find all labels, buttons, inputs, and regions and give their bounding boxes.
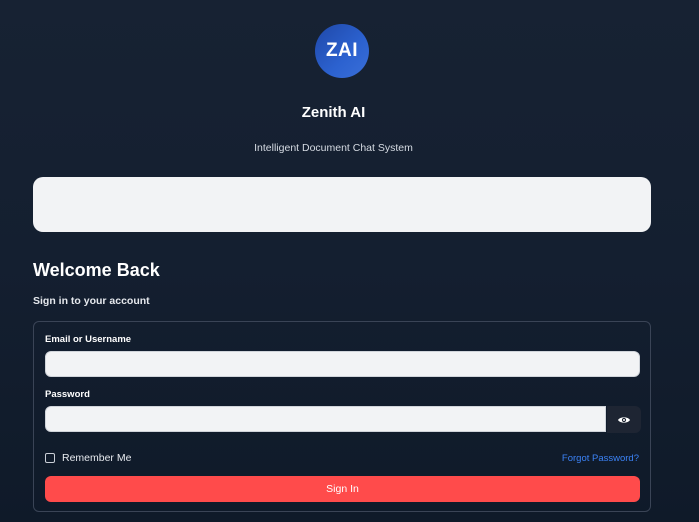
login-form: Email or Username Password Remember Me F…	[33, 321, 651, 512]
sign-in-button[interactable]: Sign In	[45, 476, 640, 502]
email-field[interactable]	[45, 351, 640, 377]
password-field[interactable]	[45, 406, 606, 432]
remember-me-checkbox[interactable]	[45, 453, 55, 463]
password-label: Password	[45, 389, 90, 400]
eye-icon	[618, 416, 630, 423]
app-name: Zenith AI	[301, 104, 366, 121]
remember-me-label: Remember Me	[62, 452, 132, 464]
email-label: Email or Username	[45, 334, 132, 345]
brand-logo-text: ZAI	[325, 40, 359, 61]
page-subtitle: Sign in to your account	[33, 295, 150, 307]
forgot-password-link[interactable]: Forgot Password?	[562, 453, 639, 464]
brand-logo: ZAI	[315, 24, 369, 78]
banner-panel	[33, 177, 651, 232]
show-password-button[interactable]	[607, 406, 641, 433]
app-tagline: Intelligent Document Chat System	[254, 142, 413, 154]
page-title: Welcome Back	[33, 260, 160, 280]
remember-me[interactable]: Remember Me	[45, 452, 131, 464]
